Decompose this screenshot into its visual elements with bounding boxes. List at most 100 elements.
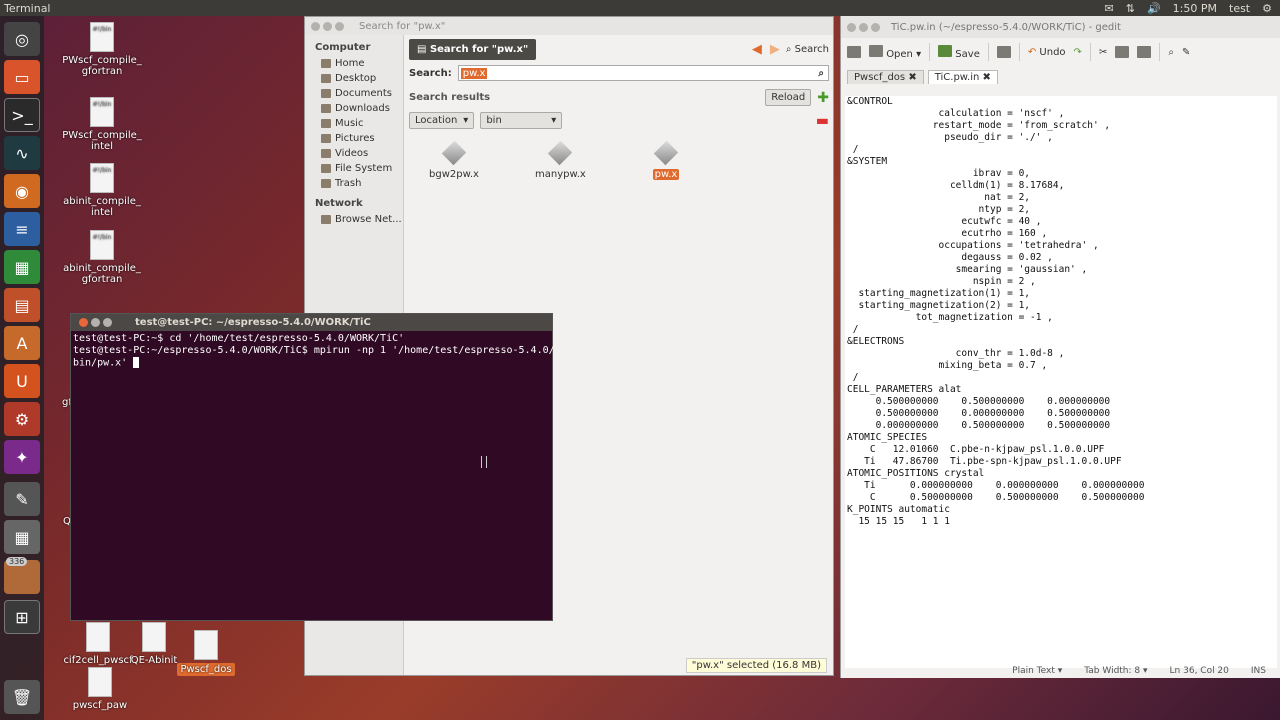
impress-icon[interactable]: ▤ (4, 288, 40, 322)
terminal-window[interactable]: test@test-PC: ~/espresso-5.4.0/WORK/TiC … (70, 313, 555, 621)
minimize-button[interactable] (859, 22, 868, 32)
search-value: pw.x (460, 67, 488, 79)
terminal-line: test@test-PC:~$ cd '/home/test/espresso-… (73, 333, 405, 344)
window-titlebar[interactable]: Search for "pw.x" (305, 17, 833, 35)
sidebar-item-pictures[interactable]: Pictures (305, 131, 403, 146)
cursor-position: Ln 36, Col 20 (1169, 666, 1229, 676)
sidebar-item-trash[interactable]: Trash (305, 176, 403, 191)
sidebar-item-home[interactable]: Home (305, 56, 403, 71)
language-selector[interactable]: Plain Text ▾ (1012, 666, 1062, 676)
desktop-file[interactable]: #!/bin abinit_compile_ gfortran (52, 230, 152, 285)
forward-arrow-icon[interactable]: ▶ (770, 42, 780, 57)
cut-icon[interactable]: ✂ (1099, 47, 1107, 58)
window-titlebar[interactable]: TiC.pw.in (~/espresso-5.4.0/WORK/TiC) - … (841, 16, 1280, 38)
reload-button[interactable]: Reload (765, 89, 812, 106)
terminal-line: bin/pw.x' (73, 357, 550, 370)
search-input[interactable]: pw.x ⌕ (457, 65, 829, 81)
user-name[interactable]: test (1229, 2, 1250, 15)
software-center-icon[interactable]: A (4, 326, 40, 360)
back-arrow-icon[interactable]: ◀ (752, 42, 762, 57)
writer-icon[interactable]: ≡ (4, 212, 40, 246)
sidebar-item-videos[interactable]: Videos (305, 146, 403, 161)
tab-pwscf-dos[interactable]: Pwscf_dos ✖ (847, 70, 924, 84)
active-app-title: Terminal (4, 1, 51, 15)
tab-tic-pw-in[interactable]: TiC.pw.in ✖ (927, 70, 998, 84)
minimize-button[interactable] (91, 318, 100, 327)
replace-icon[interactable]: ✎ (1182, 47, 1190, 58)
search-button[interactable]: ⌕ Search (786, 44, 829, 55)
maximize-button[interactable] (335, 21, 344, 31)
image-viewer-icon[interactable]: ✦ (4, 440, 40, 474)
undo-button[interactable]: ↶ Undo (1028, 47, 1066, 58)
maximize-button[interactable] (871, 22, 880, 32)
dash-icon[interactable]: ◎ (4, 22, 40, 56)
mail-icon[interactable]: ✉ (1105, 2, 1114, 15)
files-icon[interactable]: ▭ (4, 60, 40, 94)
remove-criterion-icon[interactable]: ▬ (816, 113, 829, 129)
sidebar-heading: Network (315, 198, 363, 209)
sidebar-heading: Computer (315, 42, 371, 53)
chevron-down-icon: ▾ (551, 115, 557, 126)
calculator-icon[interactable]: ▦ (4, 520, 40, 554)
workspace-switcher-icon[interactable]: ⊞ (4, 600, 40, 634)
window-title: Search for "pw.x" (359, 20, 446, 32)
paste-icon[interactable] (1137, 46, 1152, 58)
find-icon[interactable]: ⌕ (1168, 47, 1174, 58)
system-monitor-icon[interactable]: ∿ (4, 136, 40, 170)
desktop-file[interactable]: pwscf_paw (50, 667, 150, 711)
volume-icon[interactable]: 🔊 (1147, 2, 1161, 15)
desktop-file[interactable]: #!/bin PWscf_compile_ gfortran (52, 22, 152, 77)
location-dropdown[interactable]: Location ▾ (409, 112, 475, 129)
print-icon[interactable] (996, 46, 1011, 58)
terminal-icon[interactable]: >_ (4, 98, 40, 132)
file-item-selected[interactable]: pw.x (641, 140, 691, 180)
text-editor-icon[interactable]: ✎ (4, 482, 40, 516)
close-button[interactable] (847, 22, 856, 32)
redo-icon[interactable]: ↷ (1074, 47, 1082, 58)
location-tab[interactable]: ▤ Search for "pw.x" (409, 38, 537, 60)
file-item[interactable]: bgw2pw.x (429, 140, 479, 180)
network-icon[interactable]: ⇅ (1126, 2, 1135, 15)
close-icon[interactable]: ✖ (908, 72, 916, 83)
sidebar-item-documents[interactable]: Documents (305, 86, 403, 101)
close-icon[interactable]: ✖ (983, 72, 991, 83)
tab-width-selector[interactable]: Tab Width: 8 ▾ (1084, 666, 1147, 676)
close-button[interactable] (79, 318, 88, 327)
window-titlebar[interactable]: test@test-PC: ~/espresso-5.4.0/WORK/TiC (71, 314, 552, 331)
minimize-button[interactable] (323, 21, 332, 31)
maximize-button[interactable] (103, 318, 112, 327)
copy-icon[interactable] (1115, 46, 1130, 58)
desktop-file[interactable]: #!/bin PWscf_compile_ intel (52, 97, 152, 152)
close-button[interactable] (311, 21, 320, 31)
update-manager-icon[interactable]: 336 (4, 557, 40, 594)
trash-icon[interactable]: 🗑 (4, 680, 40, 714)
document-tabs: Pwscf_dos ✖ TiC.pw.in ✖ (841, 66, 1280, 84)
save-button[interactable]: Save (938, 44, 980, 60)
gear-icon[interactable]: ⚙ (1262, 2, 1272, 15)
open-button[interactable]: Open ▾ (869, 44, 921, 60)
toolbar: ▤ Search for "pw.x" ◀ ▶ ⌕ Search (405, 35, 833, 63)
firefox-icon[interactable]: ◉ (4, 174, 40, 208)
calc-icon[interactable]: ▦ (4, 250, 40, 284)
new-document-icon[interactable] (847, 46, 861, 58)
sidebar-item-file-system[interactable]: File System (305, 161, 403, 176)
ubuntu-one-icon[interactable]: U (4, 364, 40, 398)
search-icon[interactable]: ⌕ (818, 68, 828, 79)
sidebar-item-music[interactable]: Music (305, 116, 403, 131)
folder-dropdown[interactable]: bin ▾ (480, 112, 563, 129)
ibeam-cursor-icon (481, 456, 487, 468)
sidebar-item-desktop[interactable]: Desktop (305, 71, 403, 86)
add-criterion-icon[interactable]: ✚ (817, 90, 829, 106)
top-panel: Terminal ✉ ⇅ 🔊 1:50 PM test ⚙ (0, 0, 1280, 16)
file-item[interactable]: manypw.x (535, 140, 586, 180)
desktop-file[interactable]: Pwscf_dos (156, 630, 256, 676)
editor-text-area[interactable]: &CONTROL calculation = 'nscf' , restart_… (845, 96, 1277, 668)
settings-icon[interactable]: ⚙ (4, 402, 40, 436)
text-file-icon: #!/bin (90, 230, 114, 260)
sidebar-item-browse-network[interactable]: Browse Net... (305, 212, 403, 227)
clock[interactable]: 1:50 PM (1173, 2, 1217, 15)
desktop-file[interactable]: #!/bin abinit_compile_ intel (52, 163, 152, 218)
sidebar-item-downloads[interactable]: Downloads (305, 101, 403, 116)
terminal-output[interactable]: test@test-PC:~$ cd '/home/test/espresso-… (71, 331, 555, 372)
toolbar: Open ▾ Save ↶ Undo ↷ ✂ ⌕ ✎ (841, 38, 1280, 66)
